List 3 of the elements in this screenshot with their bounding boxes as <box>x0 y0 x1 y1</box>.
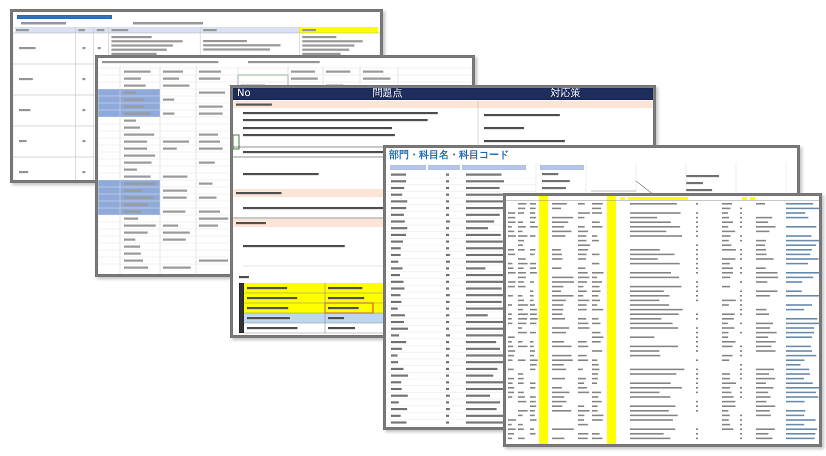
sheet-title: 部門・科目名・科目コード <box>388 148 510 163</box>
column-header: No <box>236 88 252 100</box>
column-header: 問題点 <box>372 88 404 100</box>
